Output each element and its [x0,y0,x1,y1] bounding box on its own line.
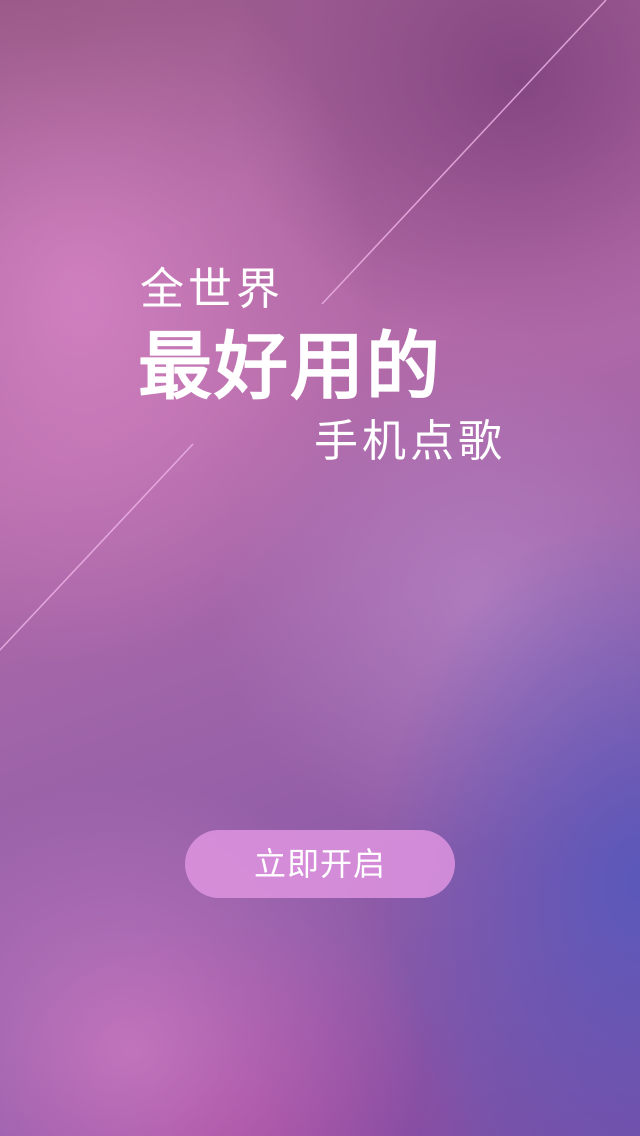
headline-line-1: 全世界 [140,264,284,315]
headline: 全世界 最好用的 手机点歌 [0,0,640,1136]
splash-screen: 全世界 最好用的 手机点歌 立即开启 [0,0,640,1136]
headline-line-3: 手机点歌 [314,416,506,467]
headline-line-2: 最好用的 [138,324,442,410]
start-now-button[interactable]: 立即开启 [185,830,455,898]
